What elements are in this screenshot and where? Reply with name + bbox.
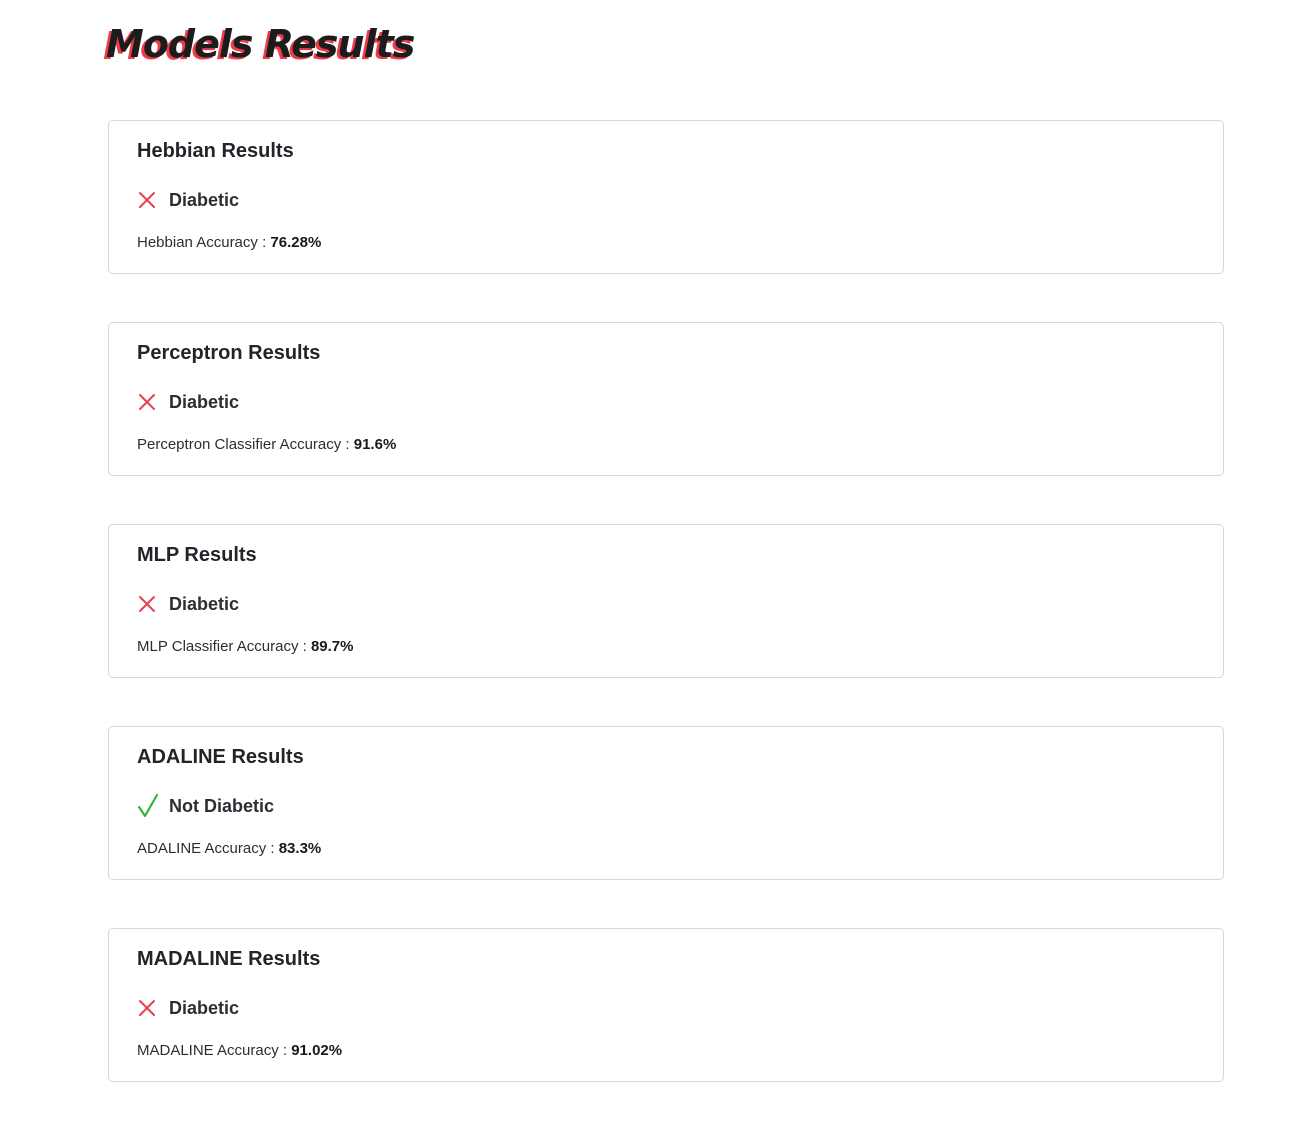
accuracy-value: 89.7% [310, 638, 354, 655]
results-list: Hebbian Results Diabetic Hebbian Accurac… [108, 120, 1224, 1130]
verdict-row: Diabetic [137, 591, 1195, 617]
verdict-label: Diabetic [169, 189, 240, 210]
verdict-label: Not Diabetic [169, 795, 275, 816]
result-card-mlp: MLP Results Diabetic MLP Classifier Accu… [108, 524, 1224, 678]
accuracy-value: 76.28% [270, 234, 322, 251]
verdict-row: Diabetic [137, 187, 1195, 213]
verdict-row: Diabetic [137, 995, 1195, 1021]
accuracy-line: ADALINE Accuracy : 83.3% [137, 839, 1195, 859]
verdict-row: Diabetic [137, 389, 1195, 415]
accuracy-line: MADALINE Accuracy : 91.02% [137, 1041, 1195, 1061]
verdict-label: Diabetic [169, 593, 240, 614]
page-title: Models Results [106, 22, 415, 66]
accuracy-line: Perceptron Classifier Accuracy : 91.6% [137, 435, 1195, 455]
result-card-hebbian: Hebbian Results Diabetic Hebbian Accurac… [108, 120, 1224, 274]
card-title: Perceptron Results [137, 342, 321, 364]
verdict-label: Diabetic [169, 391, 240, 412]
result-card-madaline: MADALINE Results Diabetic MADALINE Accur… [108, 928, 1224, 1082]
card-title: MLP Results [137, 544, 257, 566]
cross-icon [137, 995, 159, 1021]
verdict-label: Diabetic [169, 997, 240, 1018]
accuracy-value: 83.3% [278, 840, 322, 857]
accuracy-label: MLP Classifier Accuracy : [137, 638, 311, 655]
cross-icon [137, 389, 159, 415]
accuracy-label: Hebbian Accuracy : [137, 234, 271, 251]
result-card-adaline: ADALINE Results Not Diabetic ADALINE Acc… [108, 726, 1224, 880]
check-icon [137, 793, 159, 819]
accuracy-value: 91.6% [353, 436, 397, 453]
accuracy-line: Hebbian Accuracy : 76.28% [137, 233, 1195, 253]
accuracy-value: 91.02% [291, 1042, 343, 1059]
accuracy-label: Perceptron Classifier Accuracy : [137, 436, 354, 453]
accuracy-label: ADALINE Accuracy : [137, 840, 279, 857]
cross-icon [137, 187, 159, 213]
result-card-perceptron: Perceptron Results Diabetic Perceptron C… [108, 322, 1224, 476]
accuracy-label: MADALINE Accuracy : [137, 1042, 292, 1059]
verdict-row: Not Diabetic [137, 793, 1195, 819]
card-title: Hebbian Results [137, 140, 294, 162]
cross-icon [137, 591, 159, 617]
accuracy-line: MLP Classifier Accuracy : 89.7% [137, 637, 1195, 657]
card-title: MADALINE Results [137, 948, 321, 970]
card-title: ADALINE Results [137, 746, 304, 768]
